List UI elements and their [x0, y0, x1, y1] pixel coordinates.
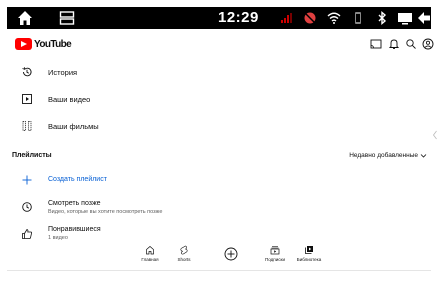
library-item-your-films[interactable]: Ваши фильмы [7, 114, 431, 138]
nav-library[interactable]: Библиотека [289, 242, 329, 266]
bluetooth-icon [378, 11, 387, 25]
cast-icon[interactable] [370, 38, 382, 50]
shorts-icon [180, 245, 188, 255]
nav-label: Подписки [265, 257, 285, 262]
playlist-title: Понравившиеся [48, 226, 101, 233]
library-item-history[interactable]: История [7, 60, 431, 84]
bell-icon[interactable] [388, 38, 400, 50]
chevron-left-icon[interactable] [432, 130, 438, 140]
phone-icon [355, 12, 361, 24]
playlist-subtitle: 1 видео [48, 235, 68, 241]
app-header: YouTube [7, 32, 434, 56]
signal-icon [281, 13, 292, 23]
nav-label: Shorts [177, 257, 191, 262]
car-status-bar: 12:29 [7, 7, 431, 29]
sort-label: Недавно добавленные [349, 152, 418, 159]
clock-icon [22, 202, 32, 212]
create-playlist-button[interactable]: Создать плейлист [7, 168, 431, 192]
thumbs-up-icon [22, 229, 32, 239]
screen-icon [398, 13, 412, 25]
wifi-icon [327, 12, 341, 24]
library-icon [305, 246, 313, 254]
bottom-navigation: Главная Shorts Подписки Библиотека [7, 242, 431, 266]
search-icon[interactable] [405, 38, 417, 50]
library-item-label: История [48, 67, 78, 77]
nav-label: Библиотека [296, 257, 322, 262]
nav-shorts[interactable]: Shorts [164, 242, 204, 266]
divider [7, 270, 431, 271]
playlist-watch-later[interactable]: Смотреть позже Видео, которые вы хотите … [7, 195, 431, 219]
add-circle-icon[interactable] [224, 247, 238, 261]
library-item-label: Ваши видео [48, 94, 91, 104]
playlist-title: Смотреть позже [48, 200, 101, 207]
back-icon[interactable] [417, 11, 431, 25]
youtube-logo[interactable]: YouTube [15, 38, 72, 50]
no-camera-icon [304, 12, 316, 24]
film-icon [22, 121, 32, 131]
split-screen-icon[interactable] [59, 10, 75, 26]
playlists-section-header: Плейлисты Недавно добавленные [7, 147, 431, 165]
library-item-label: Ваши фильмы [48, 121, 99, 131]
sort-dropdown[interactable]: Недавно добавленные [349, 152, 427, 159]
create-playlist-label: Создать плейлист [48, 176, 107, 183]
library-item-your-videos[interactable]: Ваши видео [7, 87, 431, 111]
your-videos-icon [22, 94, 32, 104]
youtube-play-icon [15, 38, 32, 50]
chevron-down-icon [420, 154, 427, 158]
subscriptions-icon [270, 246, 280, 255]
nav-label: Главная [141, 257, 159, 262]
logo-text: YouTube [34, 38, 72, 50]
plus-icon [22, 175, 32, 185]
home-icon[interactable] [17, 10, 33, 26]
clock-time: 12:29 [218, 9, 259, 26]
history-icon [22, 67, 32, 77]
home-icon [146, 246, 154, 255]
account-icon[interactable] [422, 38, 434, 50]
playlist-subtitle: Видео, которые вы хотите посмотреть позж… [48, 209, 163, 215]
section-title: Плейлисты [12, 152, 52, 159]
